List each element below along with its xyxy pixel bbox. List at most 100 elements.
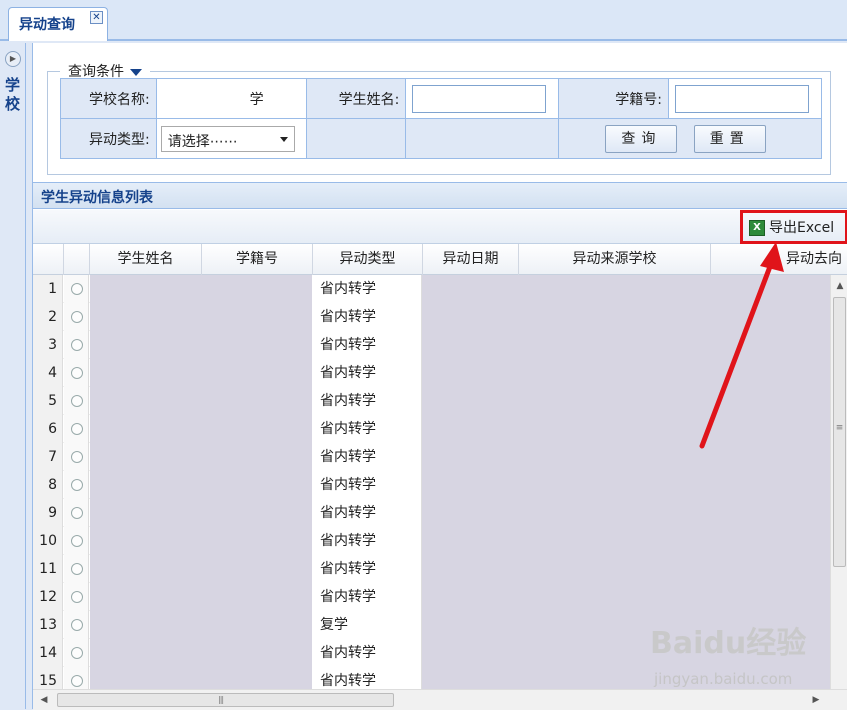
- row-select-cell: [64, 415, 89, 443]
- row-radio[interactable]: [71, 619, 83, 631]
- row-cell-empty: [90, 667, 312, 689]
- table-row[interactable]: 8 省内转学: [33, 471, 830, 499]
- student-id-input[interactable]: [675, 84, 809, 113]
- row-radio[interactable]: [71, 339, 83, 351]
- row-cell-empty: [90, 359, 312, 387]
- row-change-type: 省内转学: [312, 499, 422, 527]
- row-radio[interactable]: [71, 479, 83, 491]
- row-cell-empty: [422, 583, 830, 611]
- table-row[interactable]: 10 省内转学: [33, 527, 830, 555]
- row-number: 1: [33, 275, 63, 303]
- row-select-cell: [64, 303, 89, 331]
- scroll-left-icon[interactable]: ◀: [37, 693, 51, 707]
- column-header[interactable]: 异动来源学校: [519, 244, 711, 275]
- row-radio[interactable]: [71, 423, 83, 435]
- table-row[interactable]: 12 省内转学: [33, 583, 830, 611]
- row-change-type: 省内转学: [312, 583, 422, 611]
- row-radio[interactable]: [71, 395, 83, 407]
- row-cell-empty: [90, 583, 312, 611]
- row-number: 15: [33, 667, 63, 689]
- close-icon[interactable]: ✕: [90, 11, 103, 24]
- west-panel-label[interactable]: 学校: [5, 76, 21, 114]
- row-select-cell: [64, 331, 89, 359]
- row-change-type: 省内转学: [312, 555, 422, 583]
- school-name-value: 学: [155, 78, 307, 119]
- grid-title: 学生异动信息列表: [33, 183, 847, 209]
- row-select-cell: [64, 611, 89, 639]
- row-select-cell: [64, 359, 89, 387]
- row-cell-empty: [422, 499, 830, 527]
- west-collapsed-panel: ▶ 学校: [0, 43, 26, 709]
- chevron-down-icon: [279, 136, 288, 142]
- row-change-type: 省内转学: [312, 415, 422, 443]
- row-number: 8: [33, 471, 63, 499]
- row-change-type: 省内转学: [312, 527, 422, 555]
- empty-cell: [305, 118, 407, 159]
- row-cell-empty: [90, 499, 312, 527]
- row-cell-empty: [422, 555, 830, 583]
- change-type-select[interactable]: 请选择⋯⋯: [160, 125, 295, 152]
- row-radio[interactable]: [71, 507, 83, 519]
- row-select-cell: [64, 583, 89, 611]
- row-radio[interactable]: [71, 283, 83, 295]
- row-radio[interactable]: [71, 591, 83, 603]
- row-cell-empty: [90, 303, 312, 331]
- change-type-label: 异动类型:: [60, 118, 157, 159]
- query-form-table: 学校名称: 学 学生姓名: 学籍号: 异动类型: 请选择⋯⋯ 查询 重置: [60, 78, 822, 159]
- row-cell-empty: [422, 471, 830, 499]
- column-header[interactable]: 异动类型: [313, 244, 423, 275]
- row-change-type: 省内转学: [312, 471, 422, 499]
- row-change-type: 省内转学: [312, 639, 422, 667]
- school-name-label: 学校名称:: [60, 78, 157, 119]
- expand-arrow-icon[interactable]: ▶: [5, 51, 21, 67]
- vertical-scrollbar[interactable]: ▲ ≡: [830, 275, 847, 689]
- row-radio[interactable]: [71, 675, 83, 687]
- row-cell-empty: [90, 331, 312, 359]
- row-cell-empty: [90, 275, 312, 303]
- row-cell-empty: [90, 639, 312, 667]
- tab-change-query[interactable]: 异动查询 ✕: [8, 7, 108, 41]
- scroll-up-icon[interactable]: ▲: [833, 279, 847, 293]
- row-change-type: 省内转学: [312, 443, 422, 471]
- watermark-logo: Baidu经验: [650, 626, 807, 661]
- horizontal-scroll-thumb[interactable]: |||: [57, 693, 394, 707]
- row-select-cell: [64, 275, 89, 303]
- tab-label: 异动查询: [19, 17, 75, 33]
- column-header[interactable]: 学籍号: [202, 244, 313, 275]
- row-radio[interactable]: [71, 311, 83, 323]
- table-row[interactable]: 11 省内转学: [33, 555, 830, 583]
- row-number: 2: [33, 303, 63, 331]
- horizontal-scrollbar[interactable]: ◀ ||| ▶: [33, 689, 847, 710]
- row-radio[interactable]: [71, 451, 83, 463]
- column-header[interactable]: 异动日期: [423, 244, 519, 275]
- row-number: 9: [33, 499, 63, 527]
- row-change-type: 省内转学: [312, 303, 422, 331]
- row-cell-empty: [90, 527, 312, 555]
- row-change-type: 省内转学: [312, 387, 422, 415]
- row-select-cell: [64, 499, 89, 527]
- collapse-arrow-icon[interactable]: [130, 68, 142, 76]
- student-name-input[interactable]: [412, 84, 547, 113]
- row-radio[interactable]: [71, 367, 83, 379]
- row-radio[interactable]: [71, 563, 83, 575]
- reset-button[interactable]: 重置: [693, 124, 766, 153]
- row-select-cell: [64, 387, 89, 415]
- table-row[interactable]: 9 省内转学: [33, 499, 830, 527]
- row-cell-empty: [90, 415, 312, 443]
- row-radio[interactable]: [71, 535, 83, 547]
- excel-icon: X: [749, 220, 765, 236]
- search-button[interactable]: 查询: [605, 124, 678, 153]
- row-radio[interactable]: [71, 647, 83, 659]
- row-number: 12: [33, 583, 63, 611]
- watermark-url: jingyan.baidu.com: [654, 670, 793, 688]
- row-number: 7: [33, 443, 63, 471]
- row-select-cell: [64, 667, 89, 689]
- empty-cell: [405, 118, 560, 159]
- row-select-cell: [64, 443, 89, 471]
- row-select-cell: [64, 471, 89, 499]
- row-number: 11: [33, 555, 63, 583]
- header-rownum: [33, 244, 64, 275]
- column-header[interactable]: 学生姓名: [90, 244, 202, 275]
- scroll-right-icon[interactable]: ▶: [809, 693, 823, 707]
- vertical-scroll-thumb[interactable]: ≡: [833, 297, 846, 567]
